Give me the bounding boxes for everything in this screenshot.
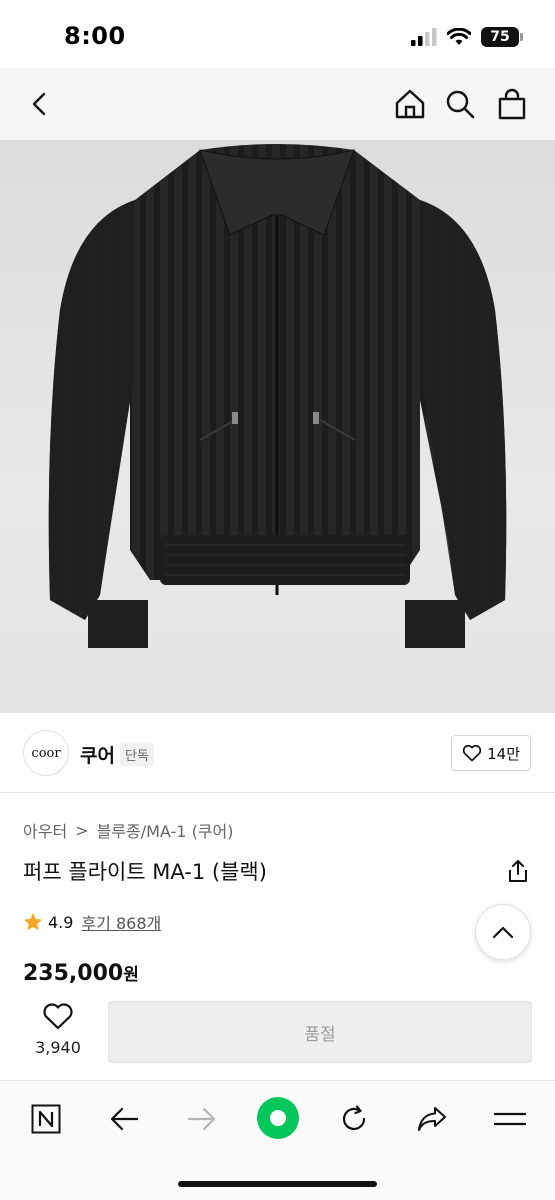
reload-icon <box>342 1105 366 1131</box>
browser-share-button[interactable] <box>410 1097 454 1141</box>
scroll-top-button[interactable] <box>475 904 531 960</box>
breadcrumb-category[interactable]: 아우터 <box>23 818 67 842</box>
chevron-up-icon <box>492 926 514 939</box>
product-image[interactable] <box>0 140 555 713</box>
browser-back-button[interactable] <box>102 1097 146 1141</box>
battery-icon: 75 <box>481 27 523 47</box>
star-icon <box>24 913 42 931</box>
share-icon <box>509 860 527 882</box>
brand-like-count: 14만 <box>487 744 520 763</box>
search-icon <box>446 90 475 119</box>
brand-like-button[interactable]: 14만 <box>451 735 531 771</box>
wifi-icon <box>447 28 471 45</box>
shopping-bag-icon <box>498 88 526 120</box>
arrow-left-icon <box>110 1107 139 1131</box>
brand-name[interactable]: 쿠어 <box>80 741 115 768</box>
soldout-button[interactable]: 품절 <box>108 1001 532 1063</box>
exclusive-badge: 단독 <box>120 743 154 766</box>
naver-home-button[interactable] <box>24 1097 68 1141</box>
purchase-bar: 3,940 품절 <box>0 988 555 1080</box>
breadcrumb: 아우터 > 블루종/MA-1 (쿠어) <box>23 818 234 842</box>
green-dot-button[interactable] <box>255 1095 301 1141</box>
chevron-left-icon <box>32 92 46 116</box>
back-button[interactable] <box>18 82 62 126</box>
menu-button[interactable] <box>488 1097 532 1141</box>
soldout-label: 품절 <box>304 1024 336 1045</box>
brand-logo[interactable]: coor <box>23 730 69 776</box>
home-indicator <box>178 1181 377 1187</box>
heart-icon <box>462 744 482 762</box>
signal-icon <box>411 28 437 46</box>
product-title: 퍼프 플라이트 MA-1 (블랙) <box>23 860 267 884</box>
share-arrow-icon <box>418 1107 446 1131</box>
search-button[interactable] <box>438 82 482 126</box>
price: 235,000원 <box>23 960 139 986</box>
cart-button[interactable] <box>490 82 534 126</box>
heart-icon <box>43 1003 73 1030</box>
rating-row: 4.9 후기 868개 <box>23 910 161 934</box>
price-currency: 원 <box>123 965 139 985</box>
wish-count: 3,940 <box>35 1038 81 1057</box>
home-icon <box>395 89 425 119</box>
top-nav <box>0 68 555 140</box>
price-amount: 235,000 <box>23 961 124 986</box>
rating-value: 4.9 <box>48 912 74 932</box>
share-button[interactable] <box>505 858 531 884</box>
browser-forward-button[interactable] <box>180 1097 224 1141</box>
green-dot-icon <box>257 1097 299 1139</box>
hamburger-icon <box>494 1112 526 1126</box>
status-icons: 75 <box>411 26 523 48</box>
breadcrumb-subcategory[interactable]: 블루종/MA-1 (쿠어) <box>97 818 234 842</box>
n-logo-icon <box>31 1104 61 1134</box>
reload-button[interactable] <box>332 1097 376 1141</box>
jacket-image <box>48 144 507 648</box>
battery-level: 75 <box>490 29 510 45</box>
review-link[interactable]: 후기 868개 <box>81 910 161 934</box>
wish-button[interactable]: 3,940 <box>22 1002 94 1057</box>
breadcrumb-separator: > <box>75 820 89 840</box>
home-button[interactable] <box>388 82 432 126</box>
brand-row: coor 쿠어 단독 14만 <box>0 713 555 793</box>
status-bar: 8:00 75 <box>0 0 555 68</box>
arrow-right-icon <box>187 1107 216 1131</box>
brand-logo-text: coor <box>31 745 61 761</box>
status-time: 8:00 <box>64 22 126 50</box>
